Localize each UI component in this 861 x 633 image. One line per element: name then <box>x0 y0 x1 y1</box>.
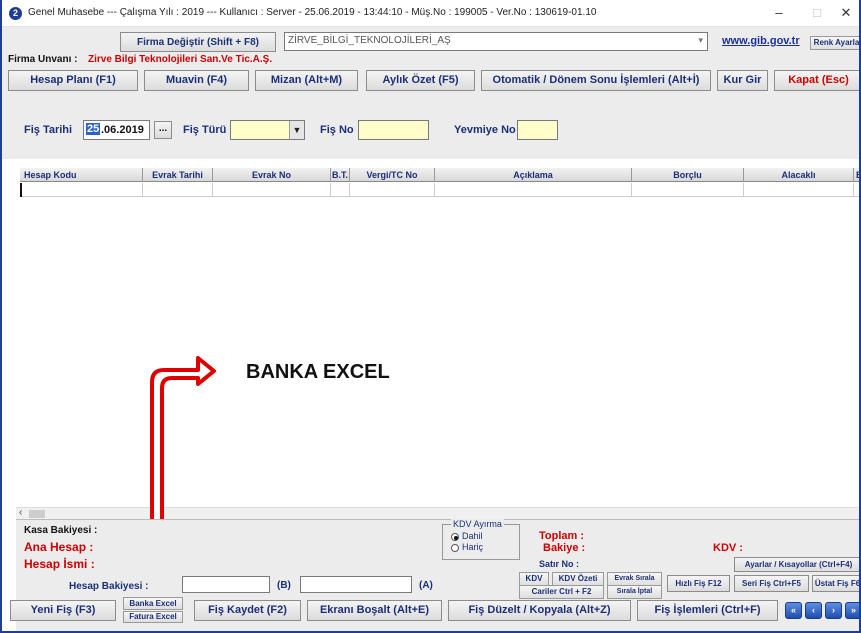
kdv-ayirma-label: KDV Ayırma <box>451 519 504 529</box>
yeni-fis-button[interactable]: Yeni Fiş (F3) <box>10 600 116 621</box>
annotation-label: BANKA EXCEL <box>246 361 390 383</box>
bakiye-a-field <box>300 576 412 593</box>
kdv-total-label: KDV : <box>713 542 743 554</box>
seri-fis-button[interactable]: Seri Fiş Ctrl+F5 <box>734 575 809 592</box>
first-record-icon[interactable]: « <box>785 602 802 619</box>
sirala-iptal-button[interactable]: Sırala İptal <box>607 585 662 599</box>
satir-no-label: Satır No : <box>539 559 580 569</box>
next-record-icon[interactable]: › <box>825 602 842 619</box>
hizli-fis-button[interactable]: Hızlı Fiş F12 <box>667 575 730 592</box>
evrak-sirala-button[interactable]: Evrak Sırala <box>607 572 662 586</box>
haric-label: Hariç <box>462 542 484 552</box>
hesap-bakiyesi-label: Hesap Bakiyesi : <box>69 581 149 592</box>
ustat-fis-button[interactable]: Üstat Fiş F6 <box>812 575 859 592</box>
fis-duzelt-kopyala-button[interactable]: Fiş Düzelt / Kopyala (Alt+Z) <box>448 600 631 621</box>
banka-excel-button[interactable]: Banka Excel <box>123 597 183 610</box>
radio-selected-icon <box>451 532 459 541</box>
toplam-label: Toplam : <box>539 530 585 542</box>
previous-record-icon[interactable]: ‹ <box>805 602 822 619</box>
kasa-bakiyesi-label: Kasa Bakiyesi : <box>24 525 98 536</box>
ayarlar-kisayollar-button[interactable]: Ayarlar / Kısayollar (Ctrl+F4) <box>734 557 859 572</box>
kdv-ozeti-button[interactable]: KDV Özeti <box>552 572 604 586</box>
kdv-button[interactable]: KDV <box>519 572 549 586</box>
dahil-label: Dahil <box>462 531 483 541</box>
hesap-ismi-label: Hesap İsmi : <box>24 557 95 571</box>
last-record-icon[interactable]: » <box>845 602 859 619</box>
bakiye-b-field <box>182 576 270 593</box>
kdv-dahil-radio[interactable]: Dahil <box>451 531 483 541</box>
ekrani-bosalt-button[interactable]: Ekranı Boşalt (Alt+E) <box>307 600 442 621</box>
fis-islemleri-button[interactable]: Fiş İşlemleri (Ctrl+F) <box>637 600 778 621</box>
b-label: (B) <box>277 580 291 591</box>
main-window: 2 Genel Muhasebe --- Çalışma Yılı : 2019… <box>0 0 861 633</box>
ana-hesap-label: Ana Hesap : <box>24 540 94 554</box>
a-label: (A) <box>419 580 433 591</box>
radio-icon <box>451 543 459 552</box>
kdv-haric-radio[interactable]: Hariç <box>451 542 483 552</box>
bakiye-label: Bakiye : <box>543 542 586 554</box>
fatura-excel-button[interactable]: Fatura Excel <box>123 611 183 623</box>
fis-kaydet-button[interactable]: Fiş Kaydet (F2) <box>194 600 301 621</box>
cariler-button[interactable]: Cariler Ctrl + F2 <box>519 585 604 599</box>
